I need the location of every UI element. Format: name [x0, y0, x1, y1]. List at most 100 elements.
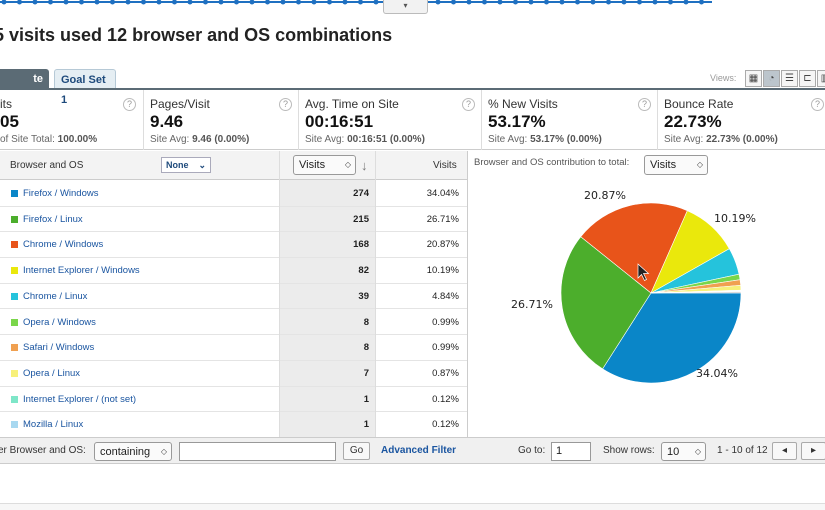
metric-new-visits: % New Visits 53.17% Site Avg: 53.17% (0.… — [482, 90, 658, 150]
strip-point — [63, 0, 69, 5]
metric-label: its — [0, 97, 12, 111]
grid-icon: ▦ — [748, 73, 759, 84]
row-percent: 26.71% — [426, 213, 459, 225]
metric-select-label: Visits — [299, 159, 326, 171]
row-dimension-link[interactable]: Opera / Linux — [23, 361, 80, 386]
strip-point — [621, 0, 627, 5]
strip-point — [435, 0, 441, 5]
row-dimension-link[interactable]: Opera / Windows — [23, 310, 96, 335]
row-color-swatch — [11, 292, 18, 300]
tab-goal-set-1[interactable]: Goal Set 1 — [54, 69, 116, 106]
strip-point — [575, 0, 580, 5]
strip-point — [187, 0, 193, 5]
row-dimension-link[interactable]: Chrome / Linux — [23, 284, 87, 309]
row-dimension-link[interactable]: Safari / Windows — [23, 335, 94, 360]
help-icon[interactable]: ? — [638, 98, 651, 111]
metric-select[interactable]: Visits ◇ — [293, 155, 356, 175]
pivot-view-button[interactable]: ▥ — [817, 70, 825, 87]
strip-point — [296, 0, 301, 5]
comparison-view-button[interactable]: ⊏ — [799, 70, 816, 87]
prev-page-button[interactable]: ◂ — [772, 442, 797, 460]
dimension-header[interactable]: Browser and OS — [10, 151, 83, 180]
chevron-down-icon: ⌄ — [198, 160, 206, 170]
metric-label: Avg. Time on Site — [305, 97, 399, 111]
metric-label: Bounce Rate — [664, 97, 734, 111]
row-color-swatch — [11, 215, 18, 223]
strip-point — [249, 0, 255, 5]
show-rows-value: 10 — [667, 446, 680, 458]
row-color-swatch — [11, 190, 18, 197]
goto-input[interactable]: 1 — [551, 442, 591, 461]
row-dimension-link[interactable]: Internet Explorer / Windows — [23, 258, 140, 283]
filter-input[interactable] — [179, 442, 336, 461]
pie-view-button[interactable]: ◔ — [763, 70, 780, 87]
performance-view-button[interactable]: ☰ — [781, 70, 798, 87]
table-row: Mozilla / Linux 1 0.12% — [0, 412, 467, 438]
row-color-swatch — [11, 267, 18, 275]
views-label: Views: — [710, 73, 737, 83]
row-dimension-link[interactable]: Firefox / Windows — [23, 181, 99, 206]
strip-point — [637, 0, 642, 5]
filter-mode-select[interactable]: containing ◇ — [94, 442, 172, 461]
row-color-swatch — [11, 395, 18, 403]
tab-site-usage[interactable]: te Usage — [0, 69, 49, 105]
strip-point — [1, 0, 7, 5]
table-row: Firefox / Windows 274 34.04% — [0, 181, 467, 207]
table-row: Opera / Windows 8 0.99% — [0, 310, 467, 336]
pie-icon: ◔ — [768, 73, 775, 84]
row-color-swatch — [11, 344, 18, 352]
column-divider — [375, 151, 376, 437]
secondary-dimension-select[interactable]: None ⌄ — [161, 157, 211, 173]
row-color-swatch — [11, 369, 18, 377]
visits-header[interactable]: Visits — [433, 151, 457, 180]
strip-point — [156, 0, 162, 5]
tab-bar: te Usage Goal Set 1 Views: ▦ ◔ ☰ ⊏ ▥ — [0, 69, 825, 106]
help-icon[interactable]: ? — [279, 98, 292, 111]
select-arrows-icon: ◇ — [160, 447, 167, 456]
strip-point — [482, 0, 487, 5]
metric-sub: Site Avg: 53.17% (0.00%) — [488, 134, 657, 145]
row-dimension-link[interactable]: Firefox / Linux — [23, 207, 83, 232]
metric-value: 22.73% — [664, 112, 722, 131]
pivot-icon: ▥ — [821, 73, 825, 84]
row-visits: 1 — [363, 419, 369, 431]
help-icon[interactable]: ? — [462, 98, 475, 111]
strip-point — [544, 0, 549, 5]
metric-bounce-rate: Bounce Rate 22.73% Site Avg: 22.73% (0.0… — [658, 90, 825, 150]
help-icon[interactable]: ? — [811, 98, 824, 111]
strip-point — [280, 0, 286, 5]
metrics-bar: its 05 of Site Total: 100.00% ? Pages/Vi… — [0, 90, 825, 150]
sort-down-icon[interactable]: ↓ — [361, 151, 368, 180]
strip-point — [234, 0, 239, 5]
show-rows-select[interactable]: 10 ◇ — [661, 442, 706, 461]
timeline-toggle-button[interactable]: ▾ — [383, 0, 428, 14]
metric-sub-label: of Site Total: — [0, 134, 55, 145]
pie-label-firefox-windows: 34.04% — [696, 367, 738, 380]
pie-label-firefox-linux: 26.71% — [511, 298, 553, 311]
row-dimension-link[interactable]: Internet Explorer / (not set) — [23, 387, 136, 412]
go-button[interactable]: Go — [343, 442, 370, 460]
select-arrows-icon: ◇ — [694, 447, 701, 456]
goto-label: Go to: — [518, 445, 546, 456]
row-dimension-link[interactable]: Chrome / Windows — [23, 232, 103, 257]
strip-point — [528, 0, 534, 5]
row-dimension-link[interactable]: Mozilla / Linux — [23, 412, 83, 437]
row-visits: 39 — [358, 290, 369, 302]
metric-visits: its 05 of Site Total: 100.00% ? — [0, 90, 144, 150]
row-percent: 0.12% — [432, 393, 459, 405]
help-icon[interactable]: ? — [123, 98, 136, 111]
strip-point — [327, 0, 332, 5]
metric-pages-visit: Pages/Visit 9.46 Site Avg: 9.46 (0.00%) … — [144, 90, 299, 150]
next-page-button[interactable]: ▸ — [801, 442, 825, 460]
strip-point — [451, 0, 456, 5]
row-visits: 1 — [363, 393, 369, 405]
metric-sub-value: 100.00% — [57, 134, 98, 145]
strip-point — [699, 0, 704, 5]
row-percent: 20.87% — [426, 239, 459, 251]
advanced-filter-link[interactable]: Advanced Filter — [381, 438, 456, 464]
pagination-range: 1 - 10 of 12 — [717, 445, 768, 456]
row-color-swatch — [11, 241, 18, 249]
page-title: 5 visits used 12 browser and OS combinat… — [0, 25, 393, 45]
table-view-button[interactable]: ▦ — [745, 70, 762, 87]
row-visits: 8 — [363, 316, 369, 328]
